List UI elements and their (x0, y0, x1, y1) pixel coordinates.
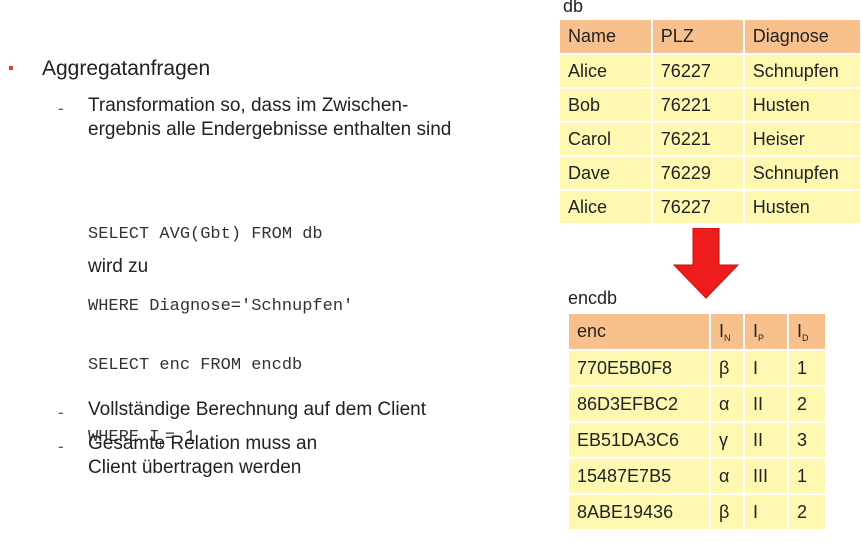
encdb-table-title: encdb (568, 288, 618, 308)
db-table-cell: Schnupfen (743, 54, 862, 89)
encdb-header-cell: IN (710, 314, 745, 351)
db-table: Name PLZ Diagnose Alice 76227 Schnupfen Bob 762… (560, 20, 862, 225)
transformation-line1: Transformation so, dass im Zwischen- (88, 95, 409, 116)
encdb-table-cell: α (710, 386, 745, 423)
dash-marker: - (58, 403, 64, 422)
encdb-table: enc IN IP ID 770E5B0F8 β I 1 86D3EFBC2 α II 2 EB51DA… (569, 314, 827, 531)
header-subscript: D (802, 333, 809, 343)
transformation-text: Transformation so, dass im Zwischen- erg… (88, 94, 451, 142)
db-header-cell: Diagnose (743, 20, 862, 55)
code1-line1: SELECT AVG(Gbt) FROM db (88, 225, 323, 244)
db-table-cell: Carol (560, 122, 653, 157)
code2-line1: SELECT enc FROM encdb (88, 356, 303, 375)
bullet-heading: Aggregatanfragen (42, 57, 211, 80)
client-computation-text: Vollständige Berechnung auf dem Client (88, 399, 427, 420)
db-header-cell: Name (560, 20, 653, 55)
db-table-row: Carol 76221 Heiser (560, 122, 862, 157)
encdb-header-cell: enc (569, 314, 711, 351)
encdb-table-cell: α (710, 458, 745, 495)
db-header-row: Name PLZ Diagnose (560, 20, 862, 55)
db-table-cell: 76227 (651, 190, 745, 225)
wird-zu-text: wird zu (88, 256, 149, 277)
encdb-table-cell: 1 (788, 350, 827, 387)
encdb-table-cell: III (744, 458, 789, 495)
db-header-cell: PLZ (651, 20, 745, 55)
encdb-header-row: enc IN IP ID (569, 314, 827, 351)
encdb-table-cell: γ (710, 422, 745, 459)
encdb-table-cell: II (744, 422, 789, 459)
db-table-row: Alice 76227 Schnupfen (560, 54, 862, 89)
encdb-table-cell: EB51DA3C6 (569, 422, 711, 459)
relation-line1: Gesamte Relation muss an (88, 433, 318, 454)
encdb-table-cell: 86D3EFBC2 (569, 386, 711, 423)
db-table-cell: Bob (560, 88, 653, 123)
db-table-cell: Dave (560, 156, 653, 191)
db-table-cell: Alice (560, 54, 653, 89)
relation-transfer-text: Gesamte Relation muss an Client übertrag… (88, 432, 317, 480)
encdb-table-cell: 3 (788, 422, 827, 459)
encdb-header-cell: IP (744, 314, 789, 351)
dash-marker: - (58, 437, 64, 456)
encdb-table-cell: 2 (788, 494, 827, 531)
db-table-cell: 76221 (651, 122, 745, 157)
bullet-marker (9, 66, 13, 70)
encdb-table-cell: 1 (788, 458, 827, 495)
db-table-cell: 76229 (651, 156, 745, 191)
db-table-cell: Husten (743, 190, 862, 225)
header-subscript: P (758, 333, 765, 343)
db-table-cell: Schnupfen (743, 156, 862, 191)
encdb-table-row: 8ABE19436 β I 2 (569, 494, 827, 531)
encdb-header-cell: ID (788, 314, 827, 351)
encdb-table-row: 15487E7B5 α III 1 (569, 458, 827, 495)
encdb-table-row: 770E5B0F8 β I 1 (569, 350, 827, 387)
db-table-row: Alice 76227 Husten (560, 190, 862, 225)
encdb-table-cell: 8ABE19436 (569, 494, 711, 531)
relation-line2: Client übertragen werden (88, 457, 302, 478)
encdb-table-cell: 15487E7B5 (569, 458, 711, 495)
encdb-table-cell: II (744, 386, 789, 423)
db-table-cell: 76221 (651, 88, 745, 123)
transformation-line2: ergebnis alle Endergebnisse enthalten si… (88, 119, 452, 140)
encdb-table-cell: 770E5B0F8 (569, 350, 711, 387)
encdb-table-cell: β (710, 350, 745, 387)
encdb-table-cell: I (744, 494, 789, 531)
encdb-table-cell: 2 (788, 386, 827, 423)
db-table-cell: 76227 (651, 54, 745, 89)
encdb-table-row: EB51DA3C6 γ II 3 (569, 422, 827, 459)
red-down-arrow-icon (672, 228, 740, 299)
db-table-title: db (563, 0, 584, 16)
encdb-table-cell: I (744, 350, 789, 387)
db-table-row: Bob 76221 Husten (560, 88, 862, 123)
db-table-row: Dave 76229 Schnupfen (560, 156, 862, 191)
db-table-cell: Alice (560, 190, 653, 225)
dash-marker: - (58, 99, 64, 118)
header-subscript: N (724, 333, 731, 343)
db-table-cell: Husten (743, 88, 862, 123)
encdb-table-row: 86D3EFBC2 α II 2 (569, 386, 827, 423)
db-table-cell: Heiser (743, 122, 862, 157)
encdb-table-cell: β (710, 494, 745, 531)
